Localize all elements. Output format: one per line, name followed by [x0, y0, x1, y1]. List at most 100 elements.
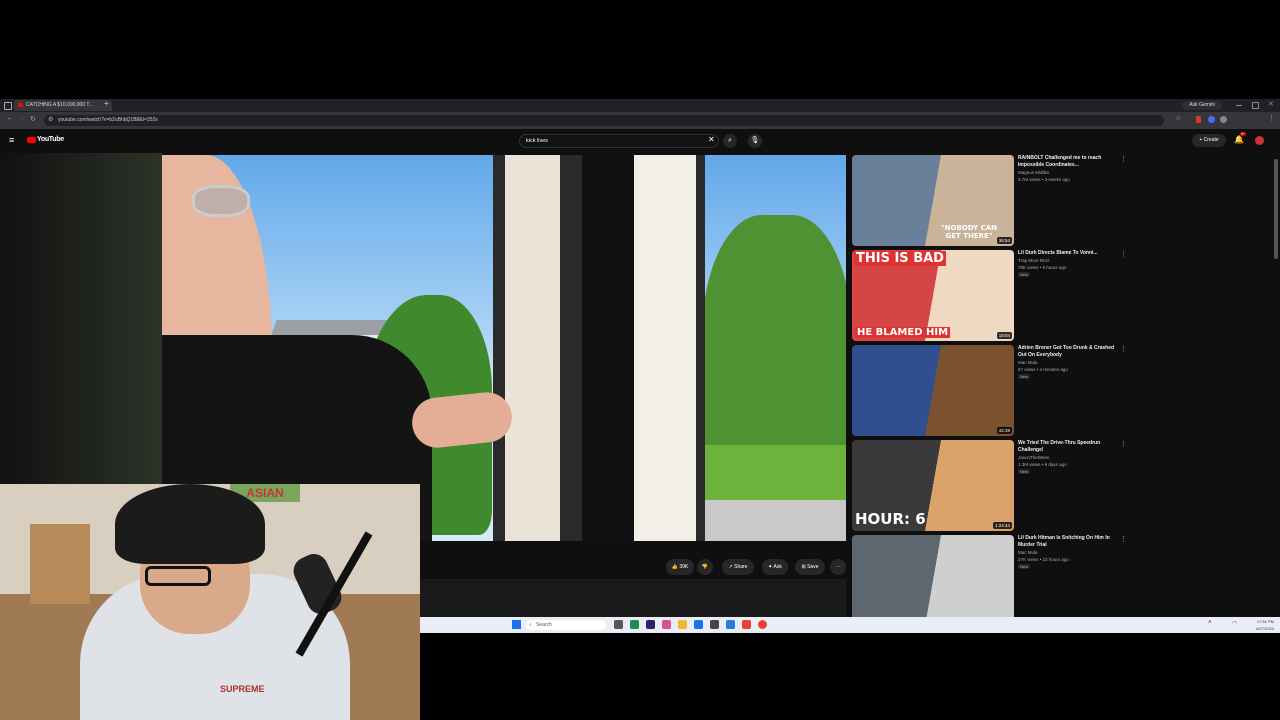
- like-button[interactable]: 👍 39K: [666, 559, 694, 575]
- recommendation-title[interactable]: RAINBOLT Challenged me to reach Impossib…: [1018, 155, 1118, 169]
- channel-name[interactable]: Mac Mula: [1018, 360, 1038, 365]
- save-button[interactable]: ⊞ Save: [795, 559, 825, 575]
- taskbar-time: 17:51 PM: [1256, 619, 1274, 624]
- video-door-panel: [505, 155, 560, 541]
- webcam-glasses: [145, 566, 211, 586]
- video-meta: 70K views • 5 hours ago: [1018, 265, 1067, 270]
- minimize-icon[interactable]: [1236, 105, 1242, 106]
- new-tab-button[interactable]: +: [104, 99, 109, 108]
- clear-search-icon[interactable]: ✕: [708, 135, 715, 144]
- taskbar-app-icon[interactable]: [662, 620, 671, 629]
- channel-name[interactable]: Magnus Midtbø: [1018, 170, 1049, 175]
- more-options-icon[interactable]: ⋮: [1120, 155, 1127, 163]
- webcam-hair: [115, 484, 265, 564]
- taskbar-clock[interactable]: 17:51 PM 6/27/2024: [1256, 618, 1274, 632]
- browser-tab-bar: CATCHING A $10,000,000 T... + Ask Gemini…: [0, 99, 1280, 112]
- avatar[interactable]: [1255, 136, 1264, 145]
- more-actions-icon[interactable]: ⋯: [830, 559, 846, 575]
- taskbar-app-icon[interactable]: [694, 620, 703, 629]
- more-options-icon[interactable]: ⋮: [1120, 440, 1127, 448]
- recommendation-item[interactable]: "NOBODY CAN GET THERE" 36:54 RAINBOLT Chal…: [852, 155, 1272, 247]
- thumbs-down-icon: 👎: [701, 564, 709, 570]
- video-road: [702, 500, 846, 541]
- chrome-icon[interactable]: [758, 620, 767, 629]
- create-button[interactable]: + Create: [1192, 134, 1226, 147]
- ask-label: Ask: [773, 564, 782, 570]
- hamburger-menu-icon[interactable]: ≡: [9, 135, 14, 145]
- video-thumbnail[interactable]: "NOBODY CAN GET THERE" 36:54: [852, 155, 1014, 246]
- page-scrollbar[interactable]: [1274, 159, 1278, 259]
- address-bar[interactable]: ⚙ youtube.com/watch?v=b2uBhbQ1B8&t=252s: [44, 115, 1164, 126]
- wifi-icon[interactable]: ◠: [1232, 620, 1237, 627]
- video-door-panel: [634, 155, 696, 541]
- tab-search-icon[interactable]: [4, 102, 12, 110]
- recommendation-title[interactable]: We Tried The Drive-Thru Speedrun Challen…: [1018, 440, 1118, 454]
- recommendation-title[interactable]: Lil Durk Directs Blame To Vonni...: [1018, 250, 1118, 257]
- forward-icon[interactable]: →: [18, 115, 25, 122]
- recommendation-title[interactable]: Lil Durk Hitman Is Snitching On Him In M…: [1018, 535, 1118, 549]
- new-badge: New: [1018, 564, 1031, 569]
- profile-avatar-icon[interactable]: [1220, 116, 1227, 123]
- search-icon: ⌕: [529, 622, 532, 628]
- maximize-icon[interactable]: [1252, 102, 1259, 109]
- channel-name[interactable]: Mac Mula: [1018, 550, 1038, 555]
- taskbar-app-icon[interactable]: [614, 620, 623, 629]
- taskbar-app-icon[interactable]: [710, 620, 719, 629]
- reload-icon[interactable]: ↻: [30, 115, 36, 123]
- back-icon[interactable]: ←: [6, 115, 13, 122]
- site-info-icon[interactable]: ⚙: [48, 115, 53, 126]
- tray-chevron-icon[interactable]: ˄: [1208, 620, 1212, 626]
- search-input[interactable]: kick lives: [519, 134, 719, 148]
- taskbar-app-icon[interactable]: [646, 620, 655, 629]
- video-thumbnail[interactable]: [852, 535, 1014, 617]
- share-label: Share: [734, 564, 748, 570]
- search-icon[interactable]: ⌕: [723, 134, 737, 148]
- browser-tab[interactable]: CATCHING A $10,000,000 T...: [14, 100, 112, 111]
- more-options-icon[interactable]: ⋮: [1120, 250, 1127, 258]
- video-thumbnail[interactable]: THIS IS BAD HE BLAMED HIM 18:04: [852, 250, 1014, 341]
- more-options-icon[interactable]: ⋮: [1120, 345, 1127, 353]
- dislike-button[interactable]: 👎: [697, 559, 713, 575]
- windows-taskbar: ⌕ Search ˄ ◠ 17:51 PM 6/27/2024: [420, 617, 1280, 633]
- windows-start-icon[interactable]: [512, 620, 521, 629]
- channel-name[interactable]: Trap More Rerz: [1018, 258, 1049, 263]
- channel-name[interactable]: JasonTheWeen: [1018, 455, 1049, 460]
- url-text: youtube.com/watch?v=b2uBhbQ1B8&t=252s: [58, 117, 158, 123]
- taskbar-date: 6/27/2024: [1256, 626, 1274, 631]
- recommendation-item[interactable]: THIS IS BAD HE BLAMED HIM 18:04 Lil Durk Di…: [852, 250, 1272, 342]
- browser-toolbar: ← → ↻ ⚙ youtube.com/watch?v=b2uBhbQ1B8&t…: [0, 112, 1280, 129]
- recommendation-item[interactable]: Lil Durk Hitman Is Snitching On Him In M…: [852, 535, 1272, 617]
- video-description-area[interactable]: [420, 579, 846, 617]
- recommendation-item[interactable]: 42:39 Adrien Broner Got Too Drunk & Crash…: [852, 345, 1272, 437]
- ask-button[interactable]: ✦ Ask: [762, 559, 788, 575]
- video-thumbnail[interactable]: 42:39: [852, 345, 1014, 436]
- new-badge: New: [1018, 272, 1031, 277]
- recommendation-item[interactable]: HOUR: 6 1:24:44 We Tried The Drive-Thru Sp…: [852, 440, 1272, 532]
- share-button[interactable]: ↗ Share: [722, 559, 754, 575]
- extension-icon[interactable]: [1208, 116, 1215, 123]
- close-icon[interactable]: ✕: [1268, 100, 1274, 108]
- ambient-background: [0, 153, 162, 484]
- taskbar-app-icon[interactable]: [726, 620, 735, 629]
- save-label: Save: [807, 564, 819, 570]
- extension-icon[interactable]: [1196, 116, 1201, 123]
- taskbar-app-icon[interactable]: [630, 620, 639, 629]
- notifications-bell-icon[interactable]: 🔔: [1234, 135, 1244, 144]
- menu-dots-icon[interactable]: ⋮: [1268, 114, 1275, 122]
- duration-badge: 1:24:44: [992, 522, 1012, 529]
- video-sunglasses: [192, 185, 250, 217]
- video-meta: 27K views • 22 hours ago: [1018, 557, 1069, 562]
- thumbnail-text: "NOBODY CAN GET THERE": [941, 224, 997, 240]
- webcam-shelf: [30, 524, 90, 604]
- more-options-icon[interactable]: ⋮: [1120, 535, 1127, 543]
- video-thumbnail[interactable]: HOUR: 6 1:24:44: [852, 440, 1014, 531]
- ask-gemini-button[interactable]: Ask Gemini: [1182, 101, 1222, 110]
- taskbar-app-icon[interactable]: [742, 620, 751, 629]
- taskbar-search[interactable]: ⌕ Search: [526, 620, 606, 630]
- bookmark-star-icon[interactable]: ☆: [1175, 114, 1181, 122]
- video-meta: 67 views • 4 minutes ago: [1018, 367, 1068, 372]
- microphone-icon[interactable]: 🎙: [748, 134, 762, 148]
- taskbar-app-icon[interactable]: [678, 620, 687, 629]
- video-meta: 3.7M views • 3 weeks ago: [1018, 177, 1070, 182]
- recommendation-title[interactable]: Adrien Broner Got Too Drunk & Crashed Ou…: [1018, 345, 1118, 359]
